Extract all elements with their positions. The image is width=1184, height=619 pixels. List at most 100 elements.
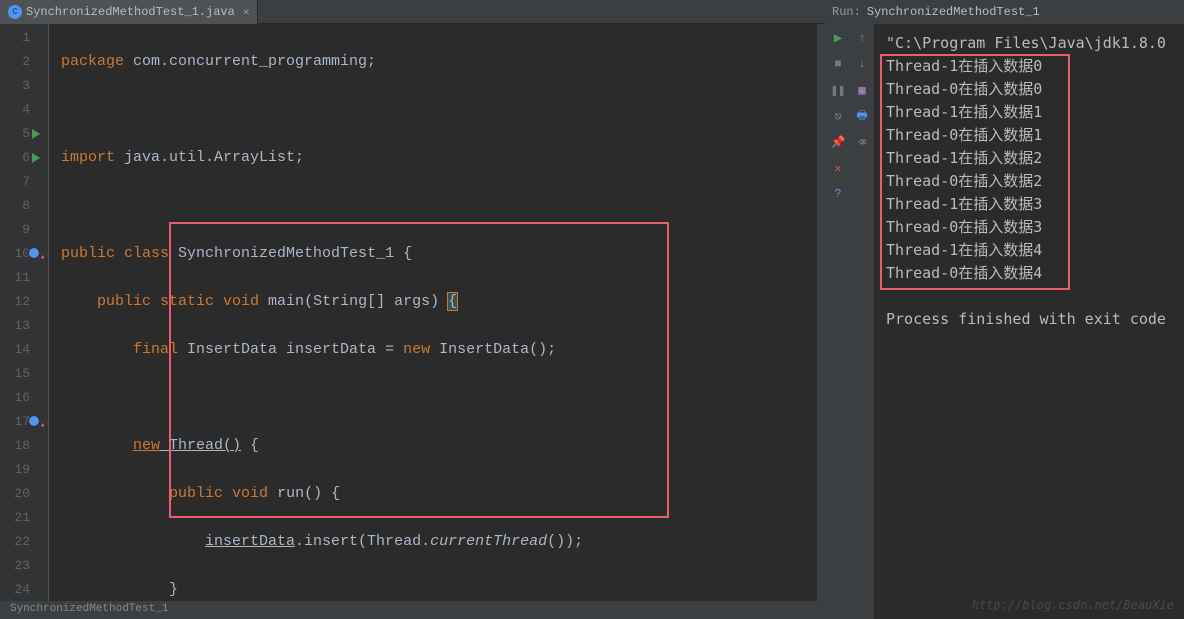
text: java.util.ArrayList; bbox=[115, 149, 304, 166]
console-line: Thread-1在插入数据1 bbox=[886, 101, 1172, 124]
keyword: public static void bbox=[97, 293, 259, 310]
console-line: Thread-0在插入数据0 bbox=[886, 78, 1172, 101]
exit-line: Process finished with exit code bbox=[886, 308, 1172, 331]
editor-scrollbar[interactable] bbox=[817, 24, 825, 601]
keyword: new bbox=[403, 341, 430, 358]
command-line: "C:\Program Files\Java\jdk1.8.0 bbox=[886, 32, 1172, 55]
gutter[interactable]: 1 2 3 4 5 6 7 8 9 10▴ 11 12 13 14 15 16 … bbox=[0, 24, 48, 601]
text: run bbox=[268, 485, 304, 502]
rerun-icon[interactable]: ▶ bbox=[828, 30, 848, 46]
run-gutter-icon[interactable] bbox=[32, 129, 40, 139]
arrow-up-icon: ▴ bbox=[40, 413, 45, 437]
text: InsertData(); bbox=[430, 341, 556, 358]
console-line: Thread-0在插入数据4 bbox=[886, 262, 1172, 285]
down-trace-icon[interactable]: ↓ bbox=[852, 56, 872, 72]
line-num: 5 bbox=[0, 122, 30, 146]
line-num: 2 bbox=[0, 50, 30, 74]
line-num: 15 bbox=[0, 362, 30, 386]
override-icon[interactable] bbox=[28, 247, 40, 259]
text: ()); bbox=[547, 533, 583, 550]
arrow-up-icon: ▴ bbox=[40, 245, 45, 269]
text: .insert(Thread. bbox=[295, 533, 430, 550]
text: com.concurrent_programming; bbox=[124, 53, 376, 70]
text: Thread() bbox=[160, 437, 241, 454]
clear-icon[interactable]: ⌫ bbox=[852, 134, 872, 150]
line-num: 12 bbox=[0, 290, 30, 314]
editor-pane: C SynchronizedMethodTest_1.java ✕ 1 2 3 … bbox=[0, 0, 826, 619]
line-num: 8 bbox=[0, 194, 30, 218]
console-output[interactable]: "C:\Program Files\Java\jdk1.8.0 Thread-1… bbox=[874, 24, 1184, 619]
keyword: new bbox=[133, 437, 160, 454]
line-num: 1 bbox=[0, 26, 30, 50]
line-num: 19 bbox=[0, 458, 30, 482]
console-line: Thread-1在插入数据0 bbox=[886, 55, 1172, 78]
breadcrumb: SynchronizedMethodTest_1 bbox=[0, 601, 825, 619]
annotation-box bbox=[169, 222, 669, 518]
ide-root: C SynchronizedMethodTest_1.java ✕ 1 2 3 … bbox=[0, 0, 1184, 619]
line-num: 24 bbox=[0, 578, 30, 601]
console-line: Thread-0在插入数据3 bbox=[886, 216, 1172, 239]
console-line: Thread-1在插入数据2 bbox=[886, 147, 1172, 170]
text: main bbox=[259, 293, 304, 310]
text: (String[] args) bbox=[304, 293, 448, 310]
print-icon[interactable]: 🖶 bbox=[852, 108, 872, 124]
line-num: 6 bbox=[0, 146, 30, 170]
brace: { bbox=[448, 293, 457, 310]
tab-filename: SynchronizedMethodTest_1.java bbox=[26, 5, 235, 19]
java-class-icon: C bbox=[8, 5, 22, 19]
line-num: 23 bbox=[0, 554, 30, 578]
text: () { bbox=[304, 485, 340, 502]
line-num: 7 bbox=[0, 170, 30, 194]
text: insertData bbox=[205, 533, 295, 550]
keyword: public void bbox=[169, 485, 268, 502]
line-num: 9 bbox=[0, 218, 30, 242]
line-num: 10▴ bbox=[0, 242, 30, 266]
code-area[interactable]: package com.concurrent_programming; impo… bbox=[48, 24, 817, 601]
override-icon[interactable] bbox=[28, 415, 40, 427]
text: currentThread bbox=[430, 533, 547, 550]
line-num: 21 bbox=[0, 506, 30, 530]
console-line: Thread-0在插入数据2 bbox=[886, 170, 1172, 193]
run-body: ▶ ■ ❚❚ ⎋ 📌 ✕ ? ↑ ↓ ▦ 🖶 ⌫ bbox=[826, 24, 1184, 619]
file-tab-active[interactable]: C SynchronizedMethodTest_1.java ✕ bbox=[0, 0, 258, 24]
close-icon[interactable]: ✕ bbox=[243, 5, 250, 19]
editor-body[interactable]: 1 2 3 4 5 6 7 8 9 10▴ 11 12 13 14 15 16 … bbox=[0, 24, 825, 601]
text: } bbox=[169, 581, 178, 598]
up-trace-icon[interactable]: ↑ bbox=[852, 30, 872, 46]
line-num: 4 bbox=[0, 98, 30, 122]
run-header: Run: SynchronizedMethodTest_1 bbox=[826, 0, 1184, 24]
console-line: Thread-0在插入数据1 bbox=[886, 124, 1172, 147]
line-num: 18 bbox=[0, 434, 30, 458]
run-toolbar: ▶ ■ ❚❚ ⎋ 📌 ✕ ? ↑ ↓ ▦ 🖶 ⌫ bbox=[826, 24, 874, 619]
pin-icon[interactable]: 📌 bbox=[828, 134, 848, 150]
line-num: 17▴ bbox=[0, 410, 30, 434]
line-num: 16 bbox=[0, 386, 30, 410]
keyword: import bbox=[61, 149, 115, 166]
close-console-icon[interactable]: ✕ bbox=[828, 160, 848, 176]
run-tool-window: Run: SynchronizedMethodTest_1 ▶ ■ ❚❚ ⎋ 📌… bbox=[826, 0, 1184, 619]
line-num: 14 bbox=[0, 338, 30, 362]
wrap-icon[interactable]: ▦ bbox=[852, 82, 872, 98]
console-line: Thread-1在插入数据3 bbox=[886, 193, 1172, 216]
keyword: public class bbox=[61, 245, 169, 262]
console-line: Thread-1在插入数据4 bbox=[886, 239, 1172, 262]
watermark: http://blog.csdn.net/BeauXie bbox=[972, 594, 1174, 617]
exit-icon[interactable]: ⎋ bbox=[828, 108, 848, 124]
help-icon[interactable]: ? bbox=[828, 186, 848, 202]
text: SynchronizedMethodTest_1 { bbox=[169, 245, 412, 262]
tab-bar: C SynchronizedMethodTest_1.java ✕ bbox=[0, 0, 825, 24]
line-num: 13 bbox=[0, 314, 30, 338]
keyword: package bbox=[61, 53, 124, 70]
run-config-name: SynchronizedMethodTest_1 bbox=[867, 5, 1040, 19]
stop-icon[interactable]: ■ bbox=[828, 56, 848, 72]
line-num: 11 bbox=[0, 266, 30, 290]
line-num: 3 bbox=[0, 74, 30, 98]
run-label: Run: bbox=[832, 5, 861, 19]
run-gutter-icon[interactable] bbox=[32, 153, 40, 163]
text: InsertData insertData = bbox=[178, 341, 403, 358]
line-num: 20 bbox=[0, 482, 30, 506]
text: { bbox=[241, 437, 259, 454]
line-num: 22 bbox=[0, 530, 30, 554]
keyword: final bbox=[133, 341, 178, 358]
pause-icon[interactable]: ❚❚ bbox=[828, 82, 848, 98]
